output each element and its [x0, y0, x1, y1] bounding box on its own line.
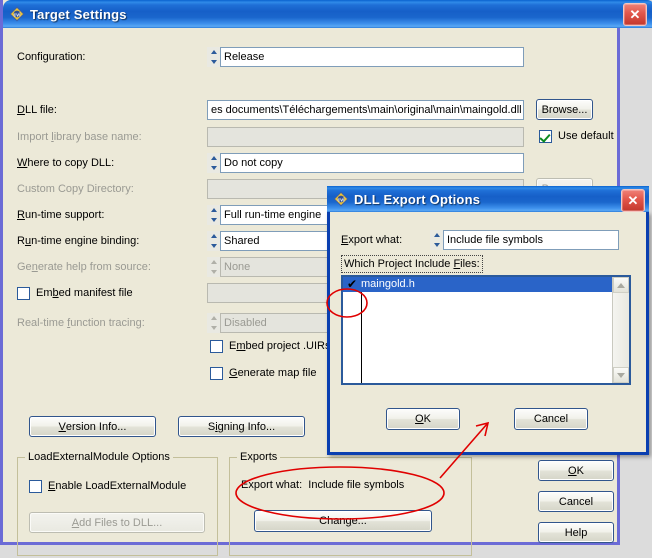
spinner-configuration[interactable]	[207, 47, 220, 67]
label-dll-file-rest: LL file:	[24, 104, 57, 116]
dialog-titlebar: cvi DLL Export Options ✕	[327, 186, 649, 212]
label-dll-file: DLL file:	[17, 104, 57, 116]
scroll-down-icon[interactable]	[613, 367, 629, 383]
cvi-icon: cvi	[333, 191, 349, 207]
embed-manifest-label: Embed manifest file	[36, 287, 133, 299]
list-item-label: maingold.h	[361, 278, 415, 290]
label-realtime-function-tracing: Real-time function tracing:	[17, 317, 145, 329]
label-import-library-base-name: Import library base name:	[17, 131, 142, 143]
embed-uirs-label: Embed project .UIRs	[229, 340, 331, 352]
label-where-to-copy-dll: Where to copy DLL:	[17, 157, 115, 169]
svg-text:cvi: cvi	[338, 197, 346, 203]
main-titlebar: cvi Target Settings ✕	[3, 0, 652, 28]
field-import-library-base-name	[207, 127, 524, 147]
embed-uirs-checkbox[interactable]	[210, 340, 223, 353]
label-configuration: Configuration:	[17, 51, 86, 63]
exports-group	[229, 457, 472, 556]
signing-info-button[interactable]: Si gning Info...	[178, 416, 305, 437]
close-icon[interactable]: ✕	[623, 3, 647, 26]
spinner-where-to-copy-dll[interactable]	[207, 153, 220, 173]
spinner-runtime-support[interactable]	[207, 205, 220, 225]
label-generate-help-from-source: Generate help from source:	[17, 261, 151, 273]
label-custom-copy-directory: Custom Copy Directory:	[17, 183, 134, 195]
generate-map-checkbox[interactable]	[210, 367, 223, 380]
list-item[interactable]: ✔ maingold.h	[343, 277, 629, 292]
spinner-realtime-tracing	[207, 313, 220, 333]
enable-lem-checkbox[interactable]	[29, 480, 42, 493]
exports-caption: Exports	[237, 452, 281, 463]
scroll-up-icon[interactable]	[613, 277, 629, 293]
exports-export-what-text: Export what:	[241, 479, 303, 491]
list-item-check-icon[interactable]: ✔	[343, 277, 361, 292]
exports-export-what-value: Include file symbols	[308, 479, 405, 491]
dialog-export-what-field[interactable]: Include file symbols	[443, 230, 619, 250]
browse-dll-button[interactable]: Browse...	[536, 99, 593, 120]
list-column-divider	[361, 277, 362, 383]
spinner-generate-help	[207, 257, 220, 277]
add-files-to-dll-button: Add Files to DLL...	[29, 512, 205, 533]
screen: cvi Target Settings ✕ Configuration: Rel…	[0, 0, 652, 558]
label-runtime-engine-binding: Run-time engine binding:	[17, 235, 140, 247]
svg-text:cvi: cvi	[14, 12, 22, 18]
dll-export-options-dialog: cvi DLL Export Options ✕ Export what: In…	[327, 186, 649, 455]
load-external-module-group	[17, 457, 218, 556]
field-dll-file[interactable]: es documents\Téléchargements\main\origin…	[207, 100, 524, 120]
spinner-runtime-engine-binding[interactable]	[207, 231, 220, 251]
dialog-cancel-button[interactable]: Cancel	[514, 408, 588, 430]
exports-export-what-label: Export what: Include file symbols	[241, 475, 404, 495]
main-window-title: Target Settings	[30, 6, 127, 22]
version-info-button[interactable]: Version Info...	[29, 416, 156, 437]
generate-map-label: Generate map file	[229, 367, 317, 379]
ok-button[interactable]: OK	[538, 460, 614, 481]
include-files-listbox[interactable]: ✔ maingold.h	[341, 275, 631, 385]
dialog-ok-button[interactable]: OK	[386, 408, 460, 430]
field-where-to-copy-dll[interactable]: Do not copy	[220, 153, 524, 173]
use-default-label: Use default	[558, 130, 614, 142]
close-icon[interactable]: ✕	[621, 189, 645, 212]
embed-manifest-checkbox[interactable]	[17, 287, 30, 300]
label-runtime-support: Run-time support:	[17, 209, 105, 221]
which-project-include-files-caption: Which Project Include Files:	[341, 255, 483, 273]
listbox-scrollbar[interactable]	[612, 277, 629, 383]
dialog-export-what-spinner[interactable]	[430, 230, 443, 250]
cancel-button[interactable]: Cancel	[538, 491, 614, 512]
dialog-title: DLL Export Options	[354, 191, 481, 207]
help-button[interactable]: Help	[538, 522, 614, 543]
cvi-icon: cvi	[9, 6, 25, 22]
load-external-module-caption: LoadExternalModule Options	[25, 452, 173, 463]
use-default-checkbox[interactable]	[539, 130, 552, 143]
field-configuration[interactable]: Release	[220, 47, 524, 67]
dialog-export-what-label: Export what:	[341, 234, 403, 246]
enable-lem-label: Enable LoadExternalModule	[48, 480, 187, 492]
change-button[interactable]: Chan g e...	[254, 510, 432, 532]
